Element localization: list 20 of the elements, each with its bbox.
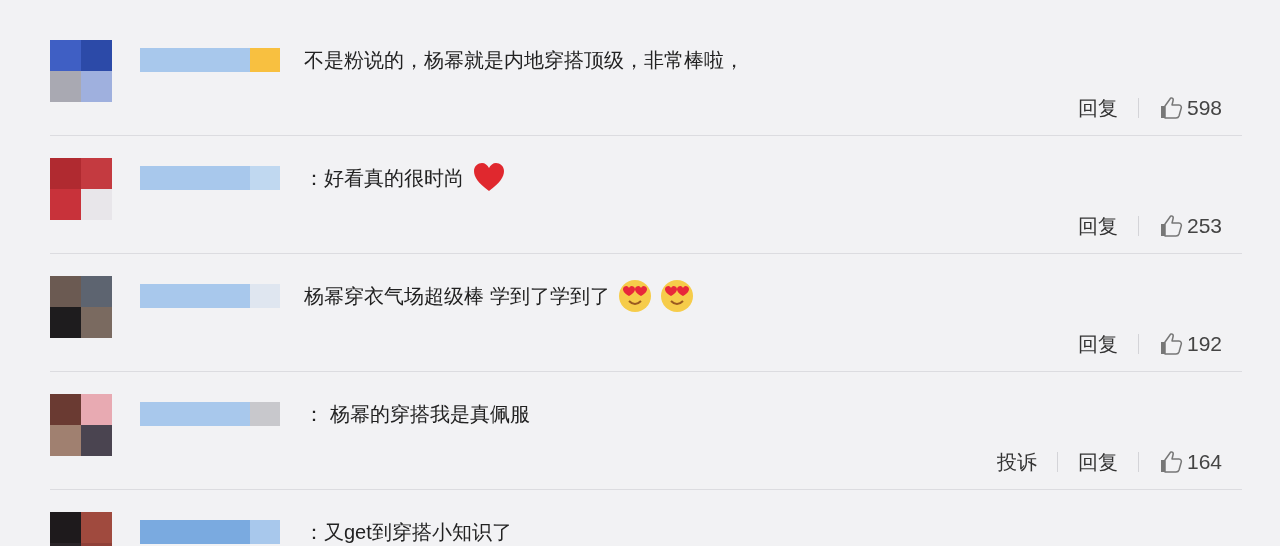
comment-text: 杨幂穿衣气场超级棒 学到了学到了 — [304, 283, 610, 309]
thumbs-up-icon — [1158, 450, 1183, 474]
action-link[interactable]: 回复 — [1077, 94, 1118, 122]
comment-text: 不是粉说的，杨幂就是内地穿搭顶级，非常棒啦， — [304, 47, 744, 73]
action-link[interactable]: 回复 — [1077, 330, 1118, 358]
action-link[interactable]: 回复 — [1077, 448, 1118, 476]
like-button[interactable]: 253 — [1158, 214, 1222, 238]
heart-eyes-emoji-icon — [659, 279, 694, 313]
thumbs-up-icon — [1158, 332, 1183, 356]
thumbs-up-icon — [1158, 96, 1183, 120]
like-button[interactable]: 598 — [1158, 96, 1222, 120]
thumbs-up-icon — [1158, 214, 1183, 238]
like-button[interactable]: 192 — [1158, 332, 1222, 356]
comment-text: ：好看真的很时尚 — [304, 165, 464, 191]
comment-text: ： 杨幂的穿搭我是真佩服 — [304, 401, 530, 427]
action-link[interactable]: 回复 — [1077, 212, 1118, 240]
action-link[interactable]: 投诉 — [996, 448, 1037, 476]
heart-eyes-emoji-icon — [617, 279, 652, 313]
like-button[interactable]: 164 — [1158, 450, 1222, 474]
comment-text: ：又get到穿搭小知识了 — [304, 519, 512, 545]
